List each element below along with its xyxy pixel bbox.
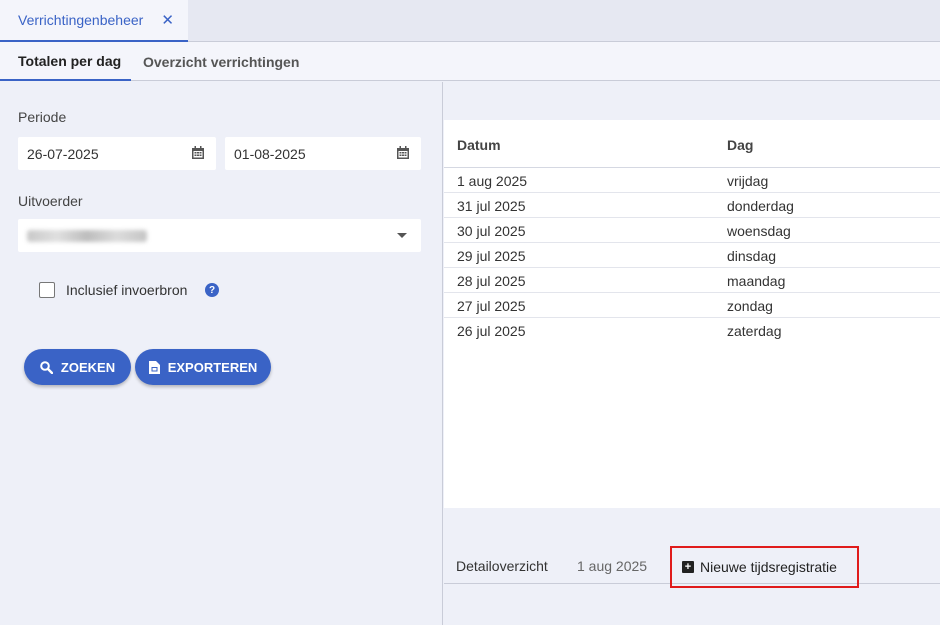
cell-datum: 28 jul 2025	[457, 273, 526, 289]
date-to-value: 01-08-2025	[234, 145, 306, 162]
table-row[interactable]: 30 jul 2025 woensdag	[444, 218, 940, 243]
uitvoerder-label: Uitvoerder	[18, 193, 83, 209]
uitvoerder-select[interactable]	[18, 219, 421, 252]
table-row[interactable]: 28 jul 2025 maandag	[444, 268, 940, 293]
calendar-icon[interactable]	[397, 146, 409, 159]
cell-dag: donderdag	[727, 198, 794, 214]
file-export-icon	[148, 360, 160, 374]
cell-datum: 29 jul 2025	[457, 248, 526, 264]
table-row[interactable]: 29 jul 2025 dinsdag	[444, 243, 940, 268]
zoeken-button[interactable]: ZOEKEN	[24, 349, 131, 385]
cell-dag: vrijdag	[727, 173, 769, 189]
inclusief-invoerbron-checkbox[interactable]	[39, 282, 55, 298]
table-row[interactable]: 31 jul 2025 donderdag	[444, 193, 940, 218]
tab-label: Verrichtingenbeheer	[18, 12, 144, 28]
cell-dag: maandag	[727, 273, 786, 289]
filter-panel: Periode 26-07-2025 01-08-2025 Uitvoerder…	[0, 82, 443, 625]
checkbox-label: Inclusief invoerbron	[66, 282, 188, 298]
help-icon[interactable]: ?	[205, 283, 219, 297]
tab-overzicht-verrichtingen[interactable]: Overzicht verrichtingen	[143, 42, 299, 81]
cell-datum: 27 jul 2025	[457, 298, 526, 314]
search-icon	[40, 360, 53, 374]
periode-label: Periode	[18, 109, 67, 125]
results-table: Datum Dag 1 aug 2025 vrijdag 31 jul 2025…	[444, 120, 940, 508]
cell-datum: 1 aug 2025	[457, 173, 528, 189]
cell-dag: woensdag	[727, 223, 791, 239]
table-row[interactable]: 1 aug 2025 vrijdag	[444, 168, 940, 193]
cell-dag: zondag	[727, 298, 773, 314]
chevron-down-icon[interactable]	[397, 233, 407, 238]
plus-icon: +	[682, 561, 694, 573]
calendar-icon[interactable]	[192, 146, 204, 159]
close-icon[interactable]: ✕	[161, 11, 174, 29]
nieuwe-tijdsregistratie-button[interactable]: + Nieuwe tijdsregistratie	[670, 546, 859, 588]
column-header-dag[interactable]: Dag	[727, 137, 753, 153]
tab-totalen-per-dag[interactable]: Totalen per dag	[0, 42, 131, 81]
subtab-bar: Totalen per dag Overzicht verrichtingen	[0, 42, 940, 81]
nieuwe-tijdsregistratie-label: Nieuwe tijdsregistratie	[700, 559, 837, 575]
column-header-datum[interactable]: Datum	[457, 137, 501, 153]
cell-datum: 31 jul 2025	[457, 198, 526, 214]
zoeken-label: ZOEKEN	[60, 359, 116, 375]
tab-verrichtingenbeheer[interactable]: Verrichtingenbeheer ✕	[0, 0, 188, 42]
cell-datum: 30 jul 2025	[457, 223, 526, 239]
exporteren-label: EXPORTEREN	[167, 359, 258, 375]
exporteren-button[interactable]: EXPORTEREN	[135, 349, 271, 385]
detail-bar: Detailoverzicht 1 aug 2025 + Nieuwe tijd…	[444, 508, 940, 588]
app-tab-bar: Verrichtingenbeheer ✕	[0, 0, 940, 42]
date-from-field[interactable]: 26-07-2025	[18, 137, 216, 170]
cell-dag: zaterdag	[727, 323, 782, 339]
results-panel: Datum Dag 1 aug 2025 vrijdag 31 jul 2025…	[444, 82, 940, 625]
table-row[interactable]: 26 jul 2025 zaterdag	[444, 318, 940, 343]
cell-dag: dinsdag	[727, 248, 777, 264]
detailoverzicht-label: Detailoverzicht	[456, 558, 548, 574]
cell-datum: 26 jul 2025	[457, 323, 526, 339]
table-row[interactable]: 27 jul 2025 zondag	[444, 293, 940, 318]
redacted-value	[27, 229, 147, 242]
date-to-field[interactable]: 01-08-2025	[225, 137, 421, 170]
detail-date: 1 aug 2025	[577, 558, 648, 574]
date-from-value: 26-07-2025	[27, 145, 99, 162]
